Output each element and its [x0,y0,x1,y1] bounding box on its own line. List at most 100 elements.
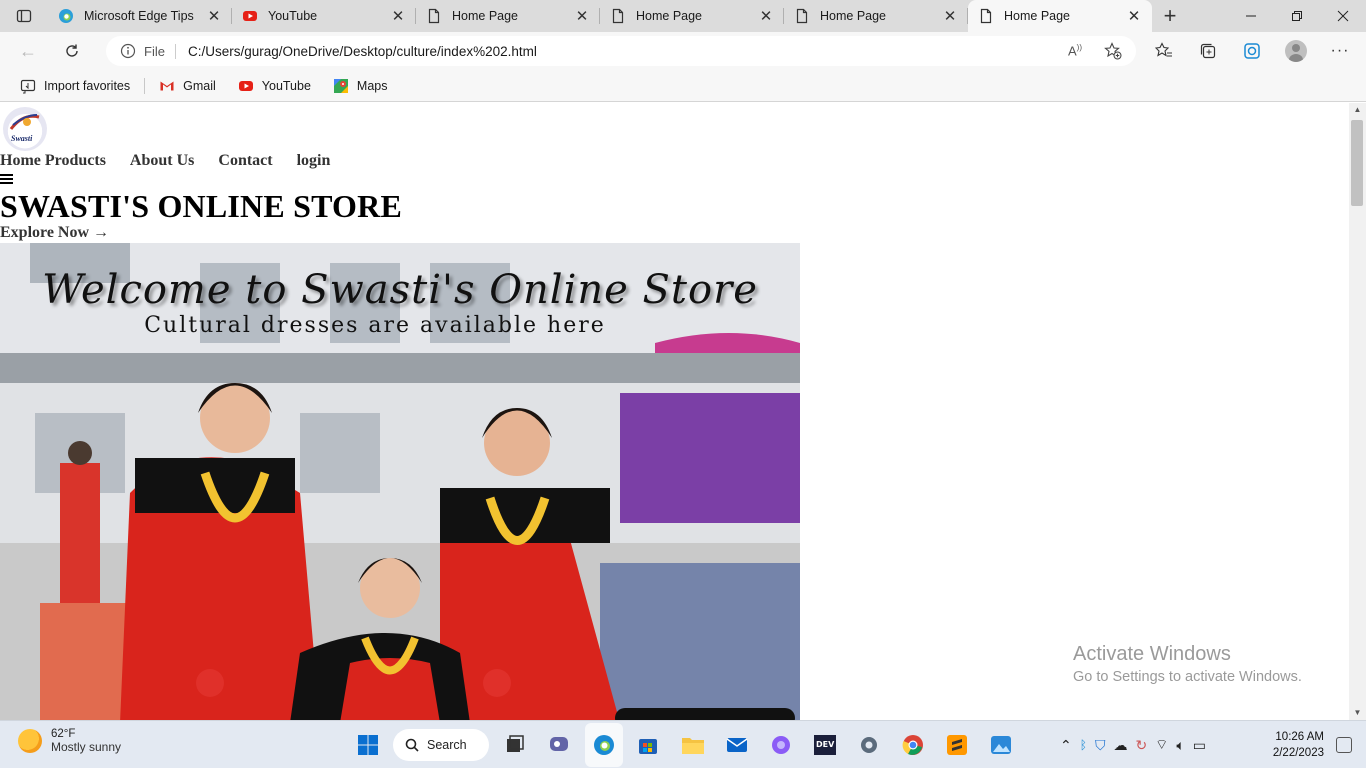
tab-edge-tips[interactable]: Microsoft Edge Tips ✕ [48,0,232,32]
taskbar-chrome[interactable] [899,731,927,759]
hamburger-menu-icon[interactable] [0,174,13,184]
weather-temp: 62°F [51,728,76,740]
address-bar[interactable]: File C:/Users/gurag/OneDrive/Desktop/cul… [106,36,1136,66]
profile-button[interactable] [1274,32,1318,70]
scroll-down-icon[interactable]: ▼ [1349,706,1366,720]
back-button[interactable]: ← [6,32,50,70]
taskbar-photos[interactable] [987,731,1015,759]
weather-widget[interactable]: 62°F Mostly sunny [18,728,121,754]
battery-icon[interactable]: ▭ [1193,737,1206,754]
close-icon[interactable]: ✕ [574,7,590,25]
add-favorite-icon[interactable] [1104,42,1122,60]
taskbar-store[interactable] [634,731,662,759]
taskbar-file-explorer[interactable] [679,731,707,759]
tab-title: Home Page [1004,9,1071,23]
clock-time: 10:26 AM [1275,731,1324,743]
close-icon[interactable]: ✕ [206,7,222,25]
edge-extension-button[interactable] [1230,32,1274,70]
mail-icon [726,738,748,752]
web-page: Swasti Home Products About Us Contact lo… [0,103,1349,720]
tab-home-page[interactable]: Home Page ✕ [784,0,968,32]
fav-label: Maps [356,78,388,93]
swasti-logo[interactable]: Swasti [3,107,47,151]
nav-home[interactable]: Home [0,152,41,170]
nav-login[interactable]: login [297,152,331,170]
fav-import-favorites[interactable]: Import favorites [12,73,138,99]
close-icon[interactable]: ✕ [942,7,958,25]
watermark-title: Activate Windows [1073,643,1231,665]
taskbar-settings[interactable] [855,731,883,759]
settings-menu-button[interactable]: ··· [1318,32,1362,70]
youtube-icon [238,80,253,91]
chevron-up-icon[interactable]: ⌃ [1060,737,1072,754]
system-tray: ⌃ ᛒ ⛉ ☁ ↻ ⌔ 🔈︎ ▭ [1060,721,1206,768]
taskbar-dev-home[interactable]: DEV [811,731,839,759]
collections-icon [1200,43,1216,59]
taskbar-copilot-app[interactable] [767,731,795,759]
fav-maps[interactable]: Maps [325,73,396,99]
taskbar-sublime[interactable] [943,731,971,759]
taskbar: 62°F Mostly sunny Search DEV ⌃ ᛒ ⛉ ☁ ↻ ⌔… [0,720,1366,768]
windows-icon [358,735,378,755]
task-view-button[interactable] [501,731,529,759]
nav-contact[interactable]: Contact [218,152,272,170]
more-icon: ··· [1330,42,1350,59]
back-arrow-icon: ← [19,40,37,61]
taskbar-mail[interactable] [723,731,751,759]
scroll-up-icon[interactable]: ▲ [1349,103,1366,117]
photos-icon [772,736,790,754]
start-button[interactable] [354,731,382,759]
tab-youtube[interactable]: YouTube ✕ [232,0,416,32]
onedrive-icon[interactable]: ☁ [1113,737,1127,754]
folder-icon [682,738,704,754]
volume-icon[interactable]: 🔈︎ [1176,737,1184,754]
info-icon[interactable] [120,43,136,59]
new-tab-button[interactable]: + [1152,0,1188,32]
scroll-thumb[interactable] [1351,120,1363,206]
maps-icon [333,78,348,93]
system-clock[interactable]: 10:26 AM 2/22/2023 [1262,729,1324,761]
security-icon[interactable]: ⛉ [1095,737,1106,754]
close-icon[interactable]: ✕ [758,7,774,25]
restore-button[interactable] [1274,0,1320,32]
taskbar-search[interactable]: Search [393,729,489,761]
window-controls [1228,0,1366,32]
explore-now-link[interactable]: Explore Now → [0,224,109,242]
plus-icon: + [1163,3,1177,28]
tab-home-page[interactable]: Home Page ✕ [416,0,600,32]
nav-products[interactable]: Products [45,152,106,170]
minimize-button[interactable] [1228,0,1274,32]
favorites-button[interactable] [1142,32,1186,70]
url-text[interactable]: C:/Users/gurag/OneDrive/Desktop/culture/… [184,44,1060,59]
close-icon [1337,10,1349,22]
sync-icon[interactable]: ↻ [1135,737,1147,754]
favorites-bar: Import favorites Gmail YouTube Maps [0,70,1366,102]
hero-subline: Cultural dresses are available here [144,313,606,338]
tab-title: Microsoft Edge Tips [84,9,194,23]
tab-home-page-active[interactable]: Home Page ✕ [968,0,1152,32]
page-icon [428,8,440,24]
tab-home-page[interactable]: Home Page ✕ [600,0,784,32]
wifi-icon[interactable]: ⌔ [1155,736,1168,754]
nav-about-us[interactable]: About Us [130,152,194,170]
refresh-button[interactable] [50,32,94,70]
fav-youtube[interactable]: YouTube [230,73,319,99]
page-scrollbar[interactable]: ▲ ▼ [1349,103,1366,720]
tab-actions-icon [16,9,32,23]
page-icon [612,8,624,24]
edge-icon [59,9,73,23]
close-icon[interactable]: ✕ [390,7,406,25]
close-window-button[interactable] [1320,0,1366,32]
collections-button[interactable] [1186,32,1230,70]
tab-actions-button[interactable] [0,0,48,32]
clock-date: 2/22/2023 [1272,747,1324,759]
taskbar-edge[interactable] [590,731,618,759]
logo-text: Swasti [11,134,33,143]
bluetooth-icon[interactable]: ᛒ [1080,738,1087,752]
notification-icon[interactable] [1336,737,1352,753]
fav-gmail[interactable]: Gmail [151,73,224,99]
svg-text:DEV: DEV [816,740,835,749]
read-aloud-icon[interactable]: A)) [1068,43,1082,58]
close-icon[interactable]: ✕ [1126,7,1142,25]
chat-button[interactable] [545,731,573,759]
